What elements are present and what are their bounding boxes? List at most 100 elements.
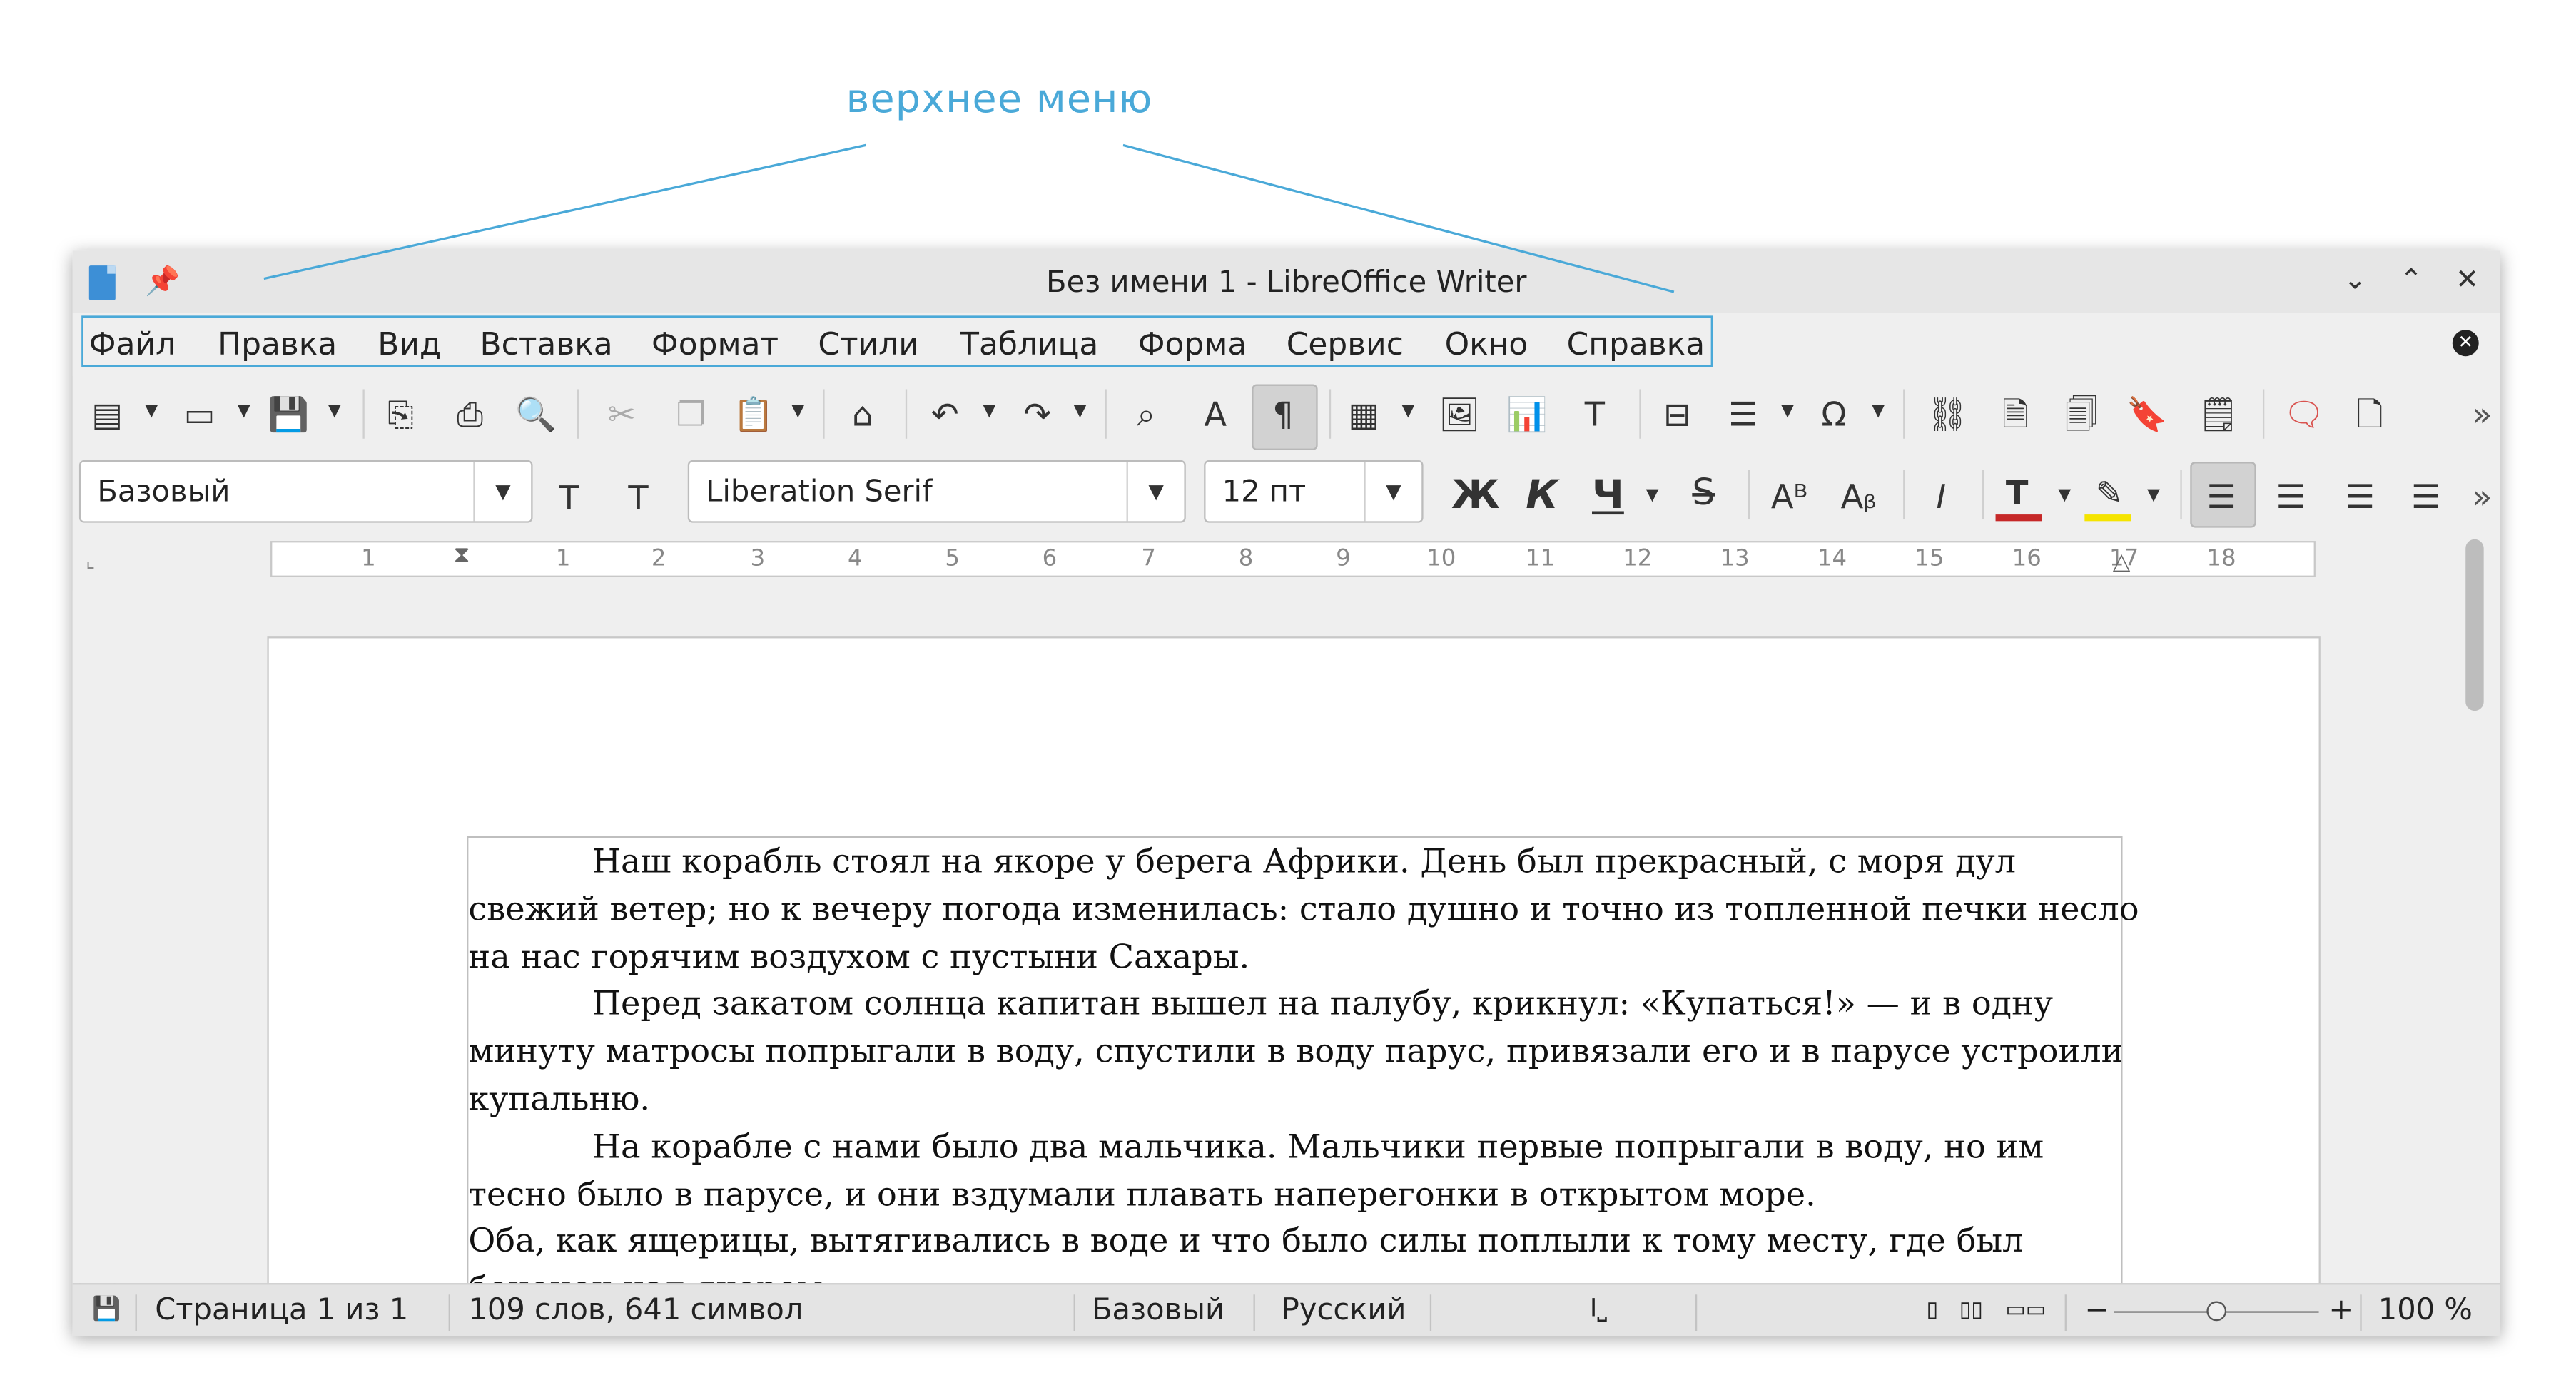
- menu-insert[interactable]: Вставка: [480, 327, 613, 363]
- chevron-down-icon[interactable]: ▼: [1402, 402, 1415, 420]
- cut-icon[interactable]: ✂: [600, 392, 643, 435]
- close-window-button[interactable]: ✕: [2448, 260, 2487, 300]
- print-preview-icon[interactable]: 🔍: [514, 392, 557, 435]
- font-name-combo[interactable]: Liberation Serif ▼: [687, 460, 1186, 523]
- update-style-icon[interactable]: T: [547, 477, 590, 519]
- page-count[interactable]: Страница 1 из 1: [155, 1293, 408, 1328]
- left-indent-marker[interactable]: ⧗: [454, 542, 470, 569]
- paragraph[interactable]: На корабле с нами было два мальчика. Мал…: [468, 1122, 2121, 1217]
- export-pdf-icon[interactable]: ⎘: [380, 392, 422, 435]
- menu-view[interactable]: Вид: [377, 327, 441, 363]
- new-document-icon[interactable]: ▤: [86, 392, 128, 435]
- menu-format[interactable]: Формат: [651, 327, 779, 363]
- italic-button[interactable]: К: [1521, 473, 1563, 516]
- strikethrough-button[interactable]: S: [1682, 473, 1725, 516]
- menu-file[interactable]: Файл: [89, 327, 176, 363]
- chevron-down-icon[interactable]: ▼: [145, 402, 158, 420]
- horizontal-ruler[interactable]: 1 1 2 3 4 5 6 7 8 9 10 11 12 13 14 15 16…: [270, 541, 2316, 577]
- menu-window[interactable]: Окно: [1445, 327, 1528, 363]
- chevron-down-icon[interactable]: ▼: [238, 402, 250, 420]
- align-right-icon[interactable]: ☰: [2338, 475, 2381, 518]
- chevron-down-icon[interactable]: ▼: [1646, 487, 1659, 504]
- superscript-icon[interactable]: Aᴮ: [1768, 475, 1811, 518]
- paragraph-style-value[interactable]: Базовый: [97, 475, 230, 510]
- chevron-down-icon[interactable]: ▼: [1872, 402, 1885, 420]
- maximize-button[interactable]: ⌃: [2391, 260, 2430, 300]
- field-icon[interactable]: ☰: [1722, 392, 1765, 435]
- zoom-in-icon[interactable]: +: [2328, 1293, 2353, 1328]
- scrollbar-thumb[interactable]: [2465, 539, 2484, 711]
- zoom-slider-knob[interactable]: [2206, 1301, 2227, 1322]
- table-icon[interactable]: ▦: [1342, 392, 1385, 435]
- comment-icon[interactable]: 🗨: [2283, 392, 2326, 435]
- zoom-out-icon[interactable]: −: [2084, 1293, 2109, 1328]
- chevron-down-icon[interactable]: ▼: [983, 402, 995, 420]
- highlight-color-icon[interactable]: ✎: [2088, 472, 2131, 514]
- find-replace-icon[interactable]: ⌕: [1125, 392, 1167, 435]
- menu-form[interactable]: Форма: [1138, 327, 1247, 363]
- subscript-icon[interactable]: Aᵦ: [1837, 475, 1880, 518]
- chevron-down-icon[interactable]: ▼: [2147, 487, 2160, 504]
- cross-reference-icon[interactable]: 🗒: [2197, 392, 2240, 435]
- more-icon[interactable]: »: [2460, 392, 2500, 435]
- tab-stop-icon[interactable]: ⌞: [86, 549, 95, 572]
- more-icon[interactable]: »: [2460, 475, 2500, 518]
- right-indent-marker[interactable]: △: [2113, 549, 2131, 576]
- chevron-down-icon[interactable]: ▼: [1074, 402, 1087, 420]
- menu-styles[interactable]: Стили: [818, 327, 918, 363]
- insert-mode-icon[interactable]: I⎵: [1590, 1293, 1607, 1323]
- menu-tools[interactable]: Сервис: [1287, 327, 1404, 363]
- text-box-icon[interactable]: T: [1573, 392, 1616, 435]
- new-style-icon[interactable]: T: [617, 477, 659, 519]
- chevron-down-icon[interactable]: ▼: [1364, 462, 1421, 522]
- align-left-icon[interactable]: ☰: [2200, 475, 2243, 518]
- chevron-down-icon[interactable]: ▼: [2058, 487, 2071, 504]
- multi-page-view-icon[interactable]: ▯▯: [1959, 1298, 1983, 1323]
- chevron-down-icon[interactable]: ▼: [1126, 462, 1185, 522]
- zoom-percentage[interactable]: 100 %: [2378, 1293, 2473, 1328]
- paste-icon[interactable]: 📋: [732, 392, 775, 435]
- endnote-icon[interactable]: 🗐: [2060, 392, 2103, 435]
- chevron-down-icon[interactable]: ▼: [473, 462, 531, 522]
- paragraph[interactable]: Наш корабль стоял на якоре у берега Афри…: [468, 838, 2139, 980]
- word-count[interactable]: 109 слов, 641 символ: [468, 1293, 803, 1328]
- chevron-down-icon[interactable]: ▼: [791, 402, 804, 420]
- track-changes-icon[interactable]: 🗋: [2348, 392, 2391, 435]
- close-document-icon[interactable]: ✕: [2452, 330, 2479, 357]
- special-character-icon[interactable]: Ω: [1812, 392, 1855, 435]
- page-style[interactable]: Базовый: [1092, 1293, 1224, 1328]
- chart-icon[interactable]: 📊: [1506, 392, 1548, 435]
- font-color-icon[interactable]: T: [1996, 472, 2039, 514]
- save-icon[interactable]: 💾: [267, 392, 310, 435]
- bold-button[interactable]: Ж: [1451, 473, 1500, 516]
- redo-icon[interactable]: ↷: [1016, 392, 1059, 435]
- justify-icon[interactable]: ☰: [2405, 475, 2448, 518]
- menu-edit[interactable]: Правка: [218, 327, 337, 363]
- language[interactable]: Русский: [1282, 1293, 1406, 1328]
- chevron-down-icon[interactable]: ▼: [1781, 402, 1794, 420]
- menu-help[interactable]: Справка: [1567, 327, 1705, 363]
- font-size-combo[interactable]: 12 пт ▼: [1204, 460, 1424, 523]
- clear-formatting-icon[interactable]: I: [1920, 475, 1962, 518]
- chevron-down-icon[interactable]: ▼: [328, 402, 341, 420]
- document-page[interactable]: Наш корабль стоял на якоре у берега Афри…: [267, 636, 2321, 1331]
- undo-icon[interactable]: ↶: [923, 392, 966, 435]
- footnote-icon[interactable]: 🗎: [1994, 392, 2037, 435]
- paragraph-style-combo[interactable]: Базовый ▼: [78, 460, 533, 523]
- spelling-icon[interactable]: A: [1194, 392, 1237, 435]
- formatting-marks-icon[interactable]: ¶: [1262, 392, 1304, 435]
- bookmark-icon[interactable]: 🔖: [2126, 392, 2169, 435]
- clone-formatting-icon[interactable]: ⌂: [841, 392, 884, 435]
- minimize-button[interactable]: ⌄: [2336, 260, 2375, 300]
- print-icon[interactable]: ⎙: [449, 392, 492, 435]
- copy-icon[interactable]: ❐: [669, 392, 712, 435]
- paragraph[interactable]: Перед закатом солнца капитан вышел на па…: [468, 980, 2123, 1123]
- hyperlink-icon[interactable]: ⛓: [1926, 392, 1969, 435]
- font-size-value[interactable]: 12 пт: [1222, 475, 1307, 510]
- image-icon[interactable]: 🖼: [1438, 392, 1481, 435]
- text-area[interactable]: Наш корабль стоял на якоре у берега Афри…: [467, 836, 2139, 1331]
- page-break-icon[interactable]: ⊟: [1655, 392, 1698, 435]
- font-name-value[interactable]: Liberation Serif: [706, 475, 933, 510]
- align-center-icon[interactable]: ☰: [2269, 475, 2312, 518]
- single-page-view-icon[interactable]: ▯: [1926, 1298, 1938, 1323]
